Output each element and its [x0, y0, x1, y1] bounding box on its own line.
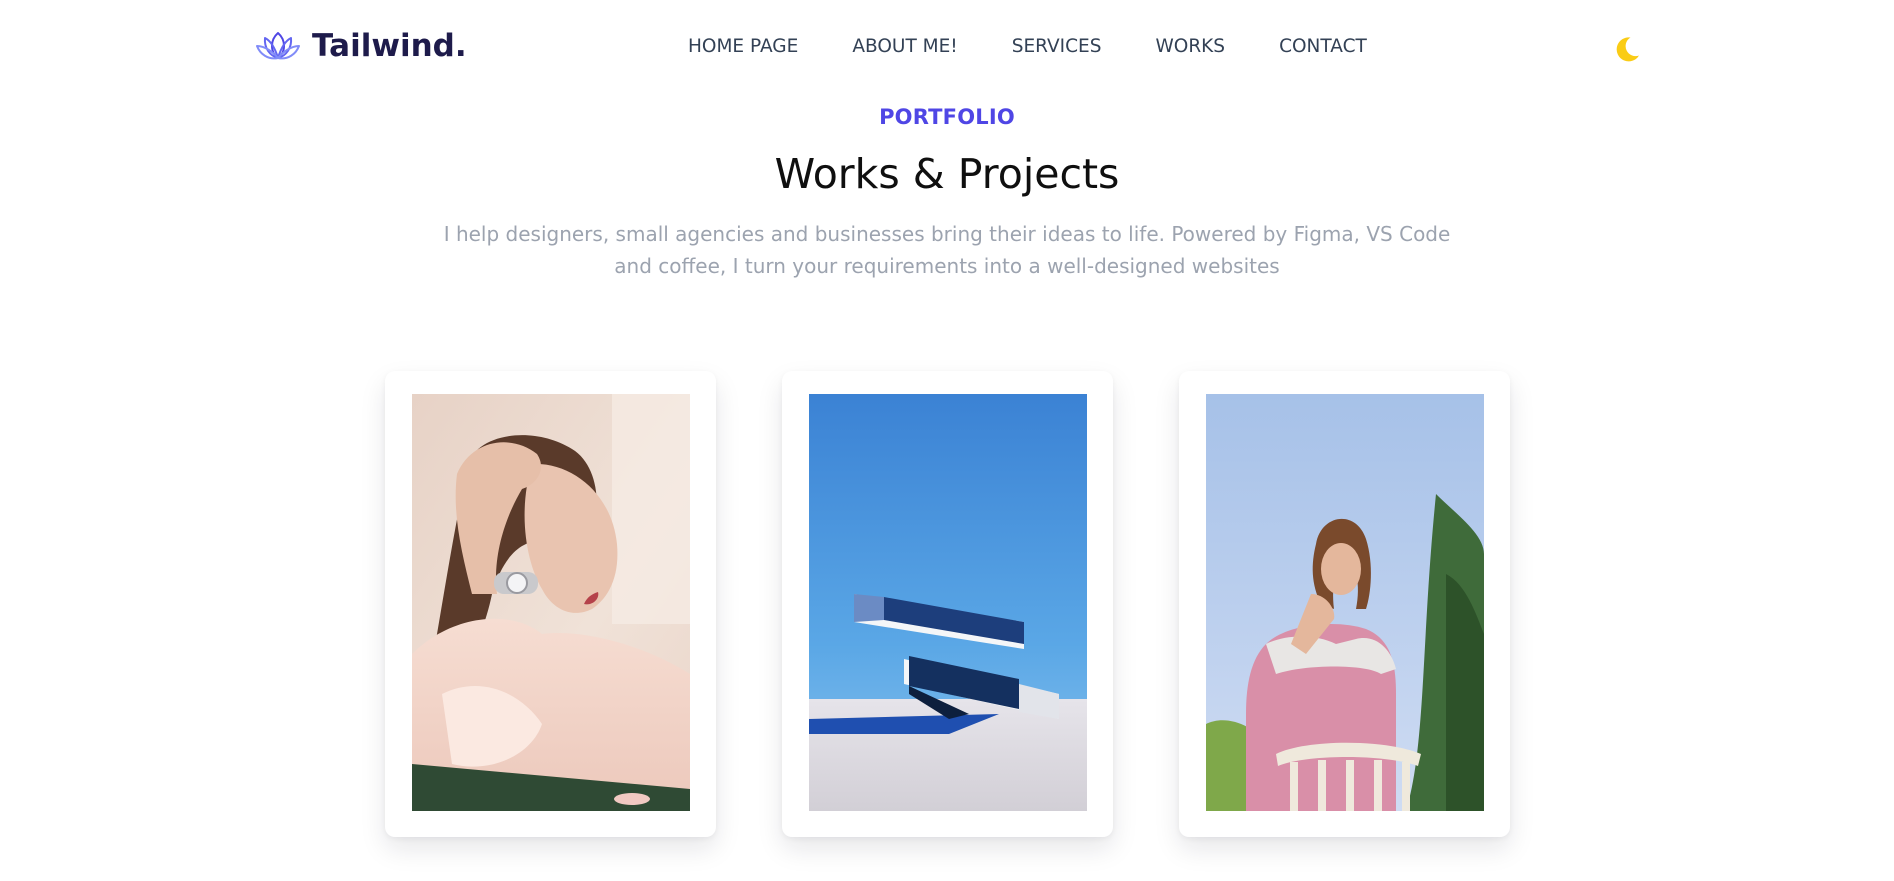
project-card[interactable] [782, 371, 1113, 837]
nav-item-services[interactable]: SERVICES [1012, 36, 1102, 57]
section-eyebrow: PORTFOLIO [879, 105, 1015, 129]
section-title: Works & Projects [774, 150, 1120, 198]
lotus-logo-icon [256, 30, 300, 62]
theme-toggle-button[interactable] [1612, 34, 1642, 64]
architecture-blue-sky-photo [809, 394, 1087, 811]
moon-icon [1612, 37, 1642, 67]
section-subtitle: I help designers, small agencies and bus… [443, 222, 1451, 278]
woman-on-chair-photo [1206, 394, 1484, 811]
woman-with-watch-photo [412, 394, 690, 811]
nav-item-works[interactable]: WORKS [1155, 36, 1225, 57]
project-card[interactable] [385, 371, 716, 837]
project-card[interactable] [1179, 371, 1510, 837]
main-nav: HOME PAGE ABOUT ME! SERVICES WORKS CONTA… [688, 36, 1367, 57]
nav-item-about-me[interactable]: ABOUT ME! [852, 36, 957, 57]
brand-logo-link[interactable]: Tailwind. [256, 28, 467, 64]
nav-item-contact[interactable]: CONTACT [1279, 36, 1367, 57]
site-header: Tailwind. HOME PAGE ABOUT ME! SERVICES W… [0, 0, 1894, 96]
brand-name: Tailwind. [312, 28, 467, 64]
nav-item-home-page[interactable]: HOME PAGE [688, 36, 798, 57]
